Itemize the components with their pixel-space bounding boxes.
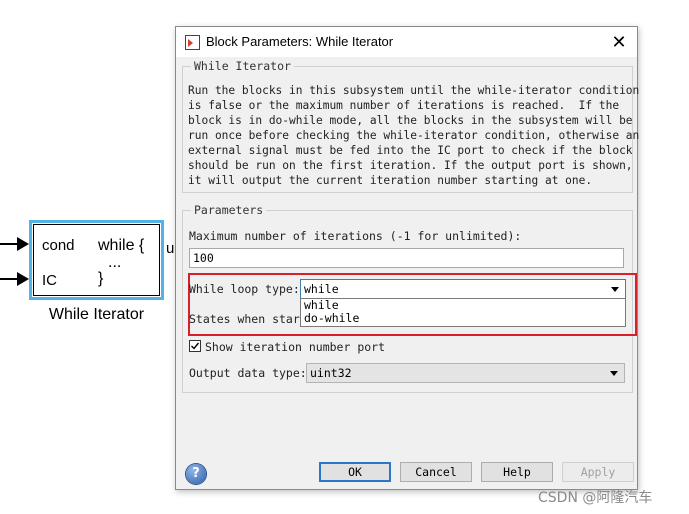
- loop-type-label: While loop type:: [189, 282, 300, 296]
- loop-type-select[interactable]: while: [300, 279, 626, 299]
- description-legend: While Iterator: [194, 59, 291, 73]
- ok-button[interactable]: OK: [319, 462, 391, 482]
- help-button[interactable]: Help: [481, 462, 553, 482]
- block-code-line1: while {: [98, 237, 145, 254]
- chevron-down-icon: [611, 287, 619, 292]
- block-code-line2: ...: [108, 254, 122, 271]
- block-code-line3: }: [98, 270, 104, 287]
- apply-button: Apply: [562, 462, 634, 482]
- states-when-starting-label: States when start: [189, 312, 307, 326]
- port-cond-label: cond: [42, 237, 75, 254]
- dropdown-option-do-while[interactable]: do-while: [301, 312, 625, 325]
- dialog-title: Block Parameters: While Iterator: [206, 34, 394, 49]
- help-icon[interactable]: ?: [186, 464, 206, 484]
- block-parameters-dialog: Block Parameters: While Iterator ✕ While…: [175, 26, 640, 490]
- max-iterations-label: Maximum number of iterations (-1 for unl…: [189, 229, 522, 243]
- output-data-type-label: Output data type:: [189, 366, 307, 380]
- description-text: Run the blocks in this subsystem until t…: [188, 84, 640, 187]
- show-iteration-port-checkbox[interactable]: [189, 340, 201, 352]
- output-data-type-select[interactable]: uint32: [306, 363, 625, 383]
- show-iteration-port-label: Show iteration number port: [205, 340, 386, 354]
- parameters-legend: Parameters: [194, 203, 264, 217]
- cancel-button[interactable]: Cancel: [400, 462, 472, 482]
- block-caption: While Iterator: [48, 306, 145, 323]
- max-iterations-input[interactable]: 100: [189, 248, 624, 268]
- watermark: CSDN @阿隆汽车: [538, 490, 653, 506]
- checkmark-icon: [191, 342, 200, 350]
- dialog-titlebar[interactable]: Block Parameters: While Iterator ✕: [176, 27, 637, 57]
- close-button[interactable]: ✕: [607, 30, 631, 54]
- loop-type-selected-value: while: [304, 282, 339, 296]
- port-ic-label: IC: [42, 272, 57, 289]
- cond-arrowhead: [17, 237, 29, 251]
- chevron-down-icon: [610, 371, 618, 376]
- while-iterator-block[interactable]: cond IC while { ... }: [29, 220, 164, 300]
- output-signal-label: u: [166, 240, 175, 257]
- ic-arrowhead: [17, 272, 29, 286]
- loop-type-dropdown-list: while do-while: [300, 298, 626, 327]
- block-body: cond IC while { ... }: [33, 224, 160, 296]
- output-data-type-value: uint32: [310, 366, 352, 380]
- simulink-block-icon: [185, 35, 200, 50]
